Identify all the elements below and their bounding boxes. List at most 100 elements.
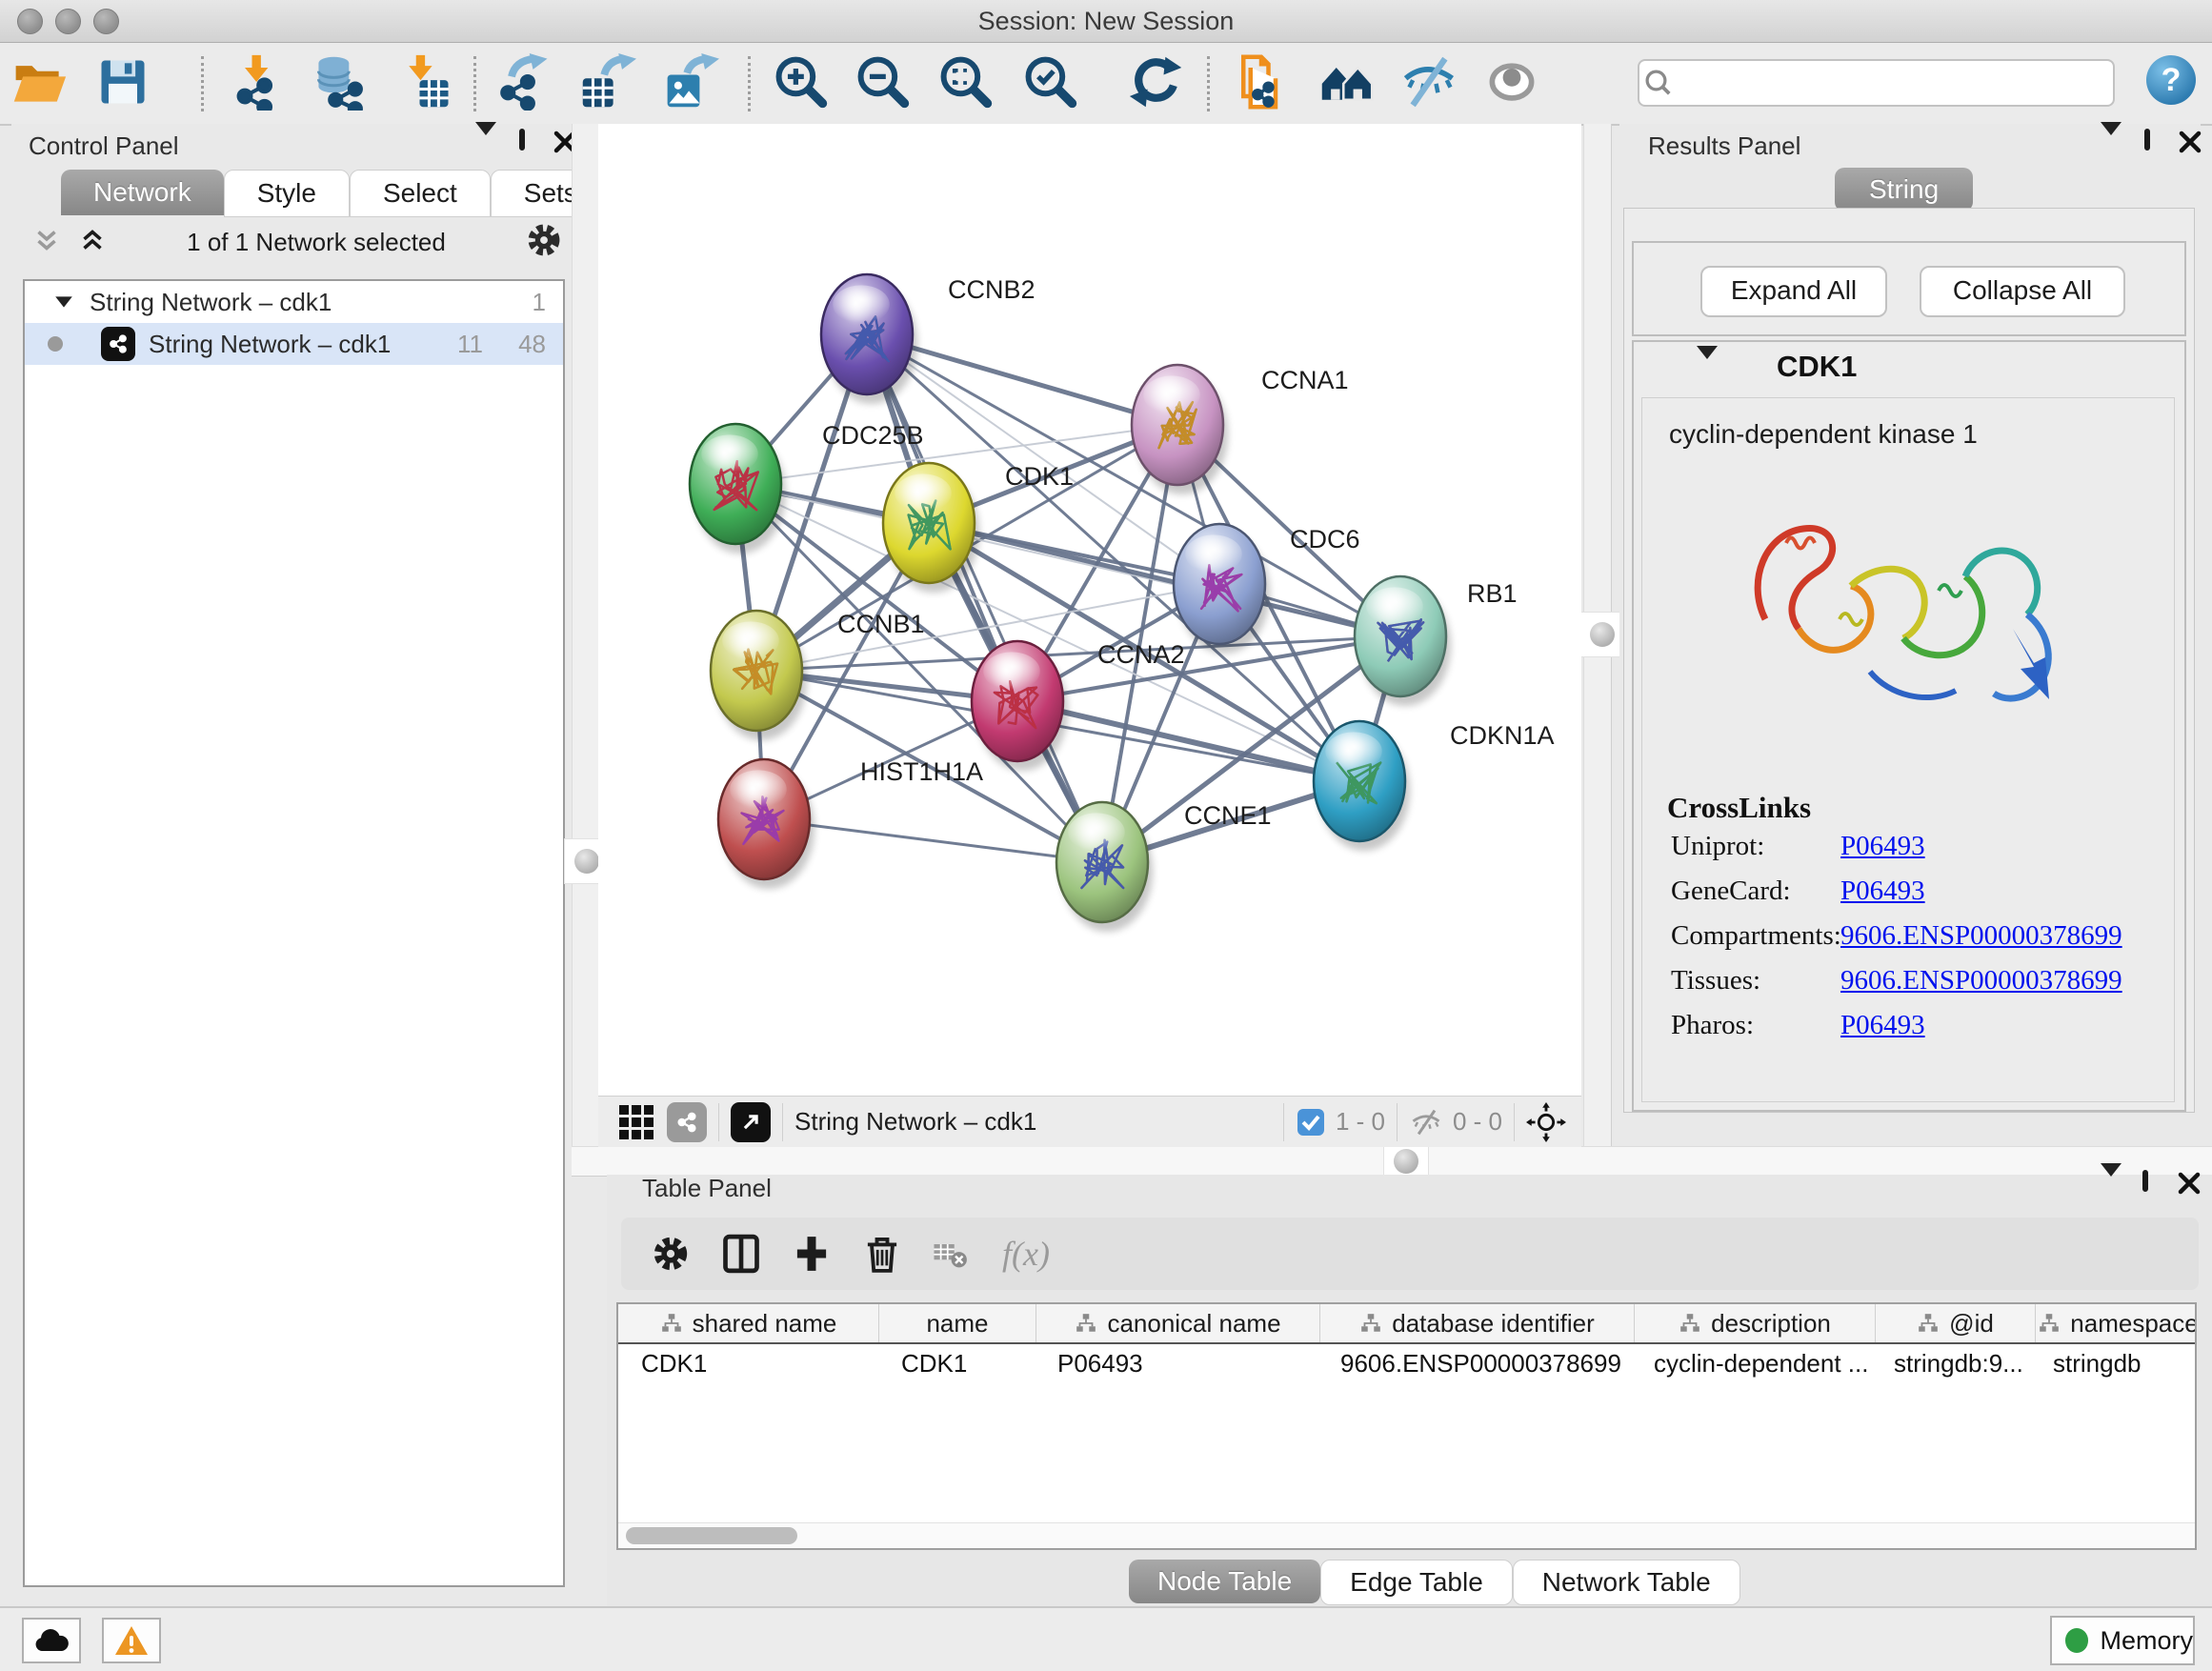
toolbar-separator (1207, 56, 1210, 111)
share-document-icon[interactable] (1232, 52, 1291, 111)
node-count: 11 (457, 330, 483, 359)
collapse-all-button[interactable]: Collapse All (1920, 266, 2125, 317)
string-home-icon[interactable] (1317, 52, 1377, 111)
import-table-icon[interactable] (397, 52, 456, 111)
network-options-gear-icon[interactable] (524, 220, 564, 265)
crosslink-pharos-link[interactable]: P06493 (1840, 1010, 1925, 1041)
table-tabs: Node Table Edge Table Network Table (1129, 1560, 1740, 1603)
tab-string[interactable]: String (1835, 168, 1973, 211)
tab-select[interactable]: Select (350, 170, 491, 217)
panel-float-icon[interactable] (2144, 131, 2150, 149)
create-column-icon[interactable] (791, 1233, 833, 1275)
panel-close-icon[interactable] (2178, 130, 2202, 159)
open-session-icon[interactable] (10, 52, 69, 111)
entry-expander-icon[interactable] (1697, 359, 1718, 376)
crosslink-genecard-link[interactable]: P06493 (1840, 876, 1925, 907)
hidden-eye-icon[interactable] (1409, 1105, 1443, 1139)
function-builder-icon[interactable]: f(x) (1002, 1234, 1050, 1274)
string-network-icon (101, 327, 135, 361)
current-network-name: String Network – cdk1 (794, 1107, 1036, 1137)
node-table[interactable]: shared name name canonical name database… (616, 1302, 2197, 1550)
crosslink-row: Compartments: 9606.ENSP00000378699 (1642, 920, 2174, 965)
column-header[interactable]: description (1635, 1304, 1876, 1342)
import-network-database-icon[interactable] (310, 52, 369, 111)
tab-edge-table[interactable]: Edge Table (1320, 1560, 1513, 1605)
crosslink-uniprot-link[interactable]: P06493 (1840, 831, 1925, 862)
zoom-fit-icon[interactable] (936, 52, 995, 111)
tab-node-table[interactable]: Node Table (1129, 1560, 1320, 1603)
title-bar: Session: New Session (0, 0, 2212, 43)
network-tree: String Network – cdk1 1 String Network –… (23, 279, 565, 1587)
crosslink-row: Pharos: P06493 (1642, 1010, 2174, 1055)
panel-float-icon[interactable] (519, 131, 525, 149)
show-hidden-icon[interactable] (1482, 52, 1541, 111)
zoom-in-icon[interactable] (772, 52, 831, 111)
search-field[interactable] (1638, 59, 2115, 107)
column-header[interactable]: database identifier (1320, 1304, 1635, 1342)
column-header[interactable]: @id (1876, 1304, 2036, 1342)
control-panel: Control Panel Network Style Select Sets … (11, 124, 572, 1587)
help-icon[interactable]: ? (2146, 55, 2196, 105)
horizontal-splitter[interactable] (572, 1146, 2212, 1177)
column-header[interactable]: name (879, 1304, 1036, 1342)
zoom-out-icon[interactable] (854, 52, 913, 111)
selected-checkbox-icon[interactable] (1296, 1107, 1326, 1137)
crosslink-tissues-link[interactable]: 9606.ENSP00000378699 (1840, 965, 2122, 997)
left-splitter[interactable] (572, 124, 600, 1146)
import-network-file-icon[interactable] (230, 52, 289, 111)
crosslink-compartments-link[interactable]: 9606.ENSP00000378699 (1840, 920, 2122, 952)
network-canvas[interactable]: CCNB2CCNA1CDC25BCDK1CDC6RB1CCNB1CCNA2CDK… (598, 124, 1581, 1096)
edge-count: 48 (518, 330, 546, 359)
network-row-selected[interactable]: String Network – cdk1 11 48 (25, 323, 563, 365)
cloud-button[interactable] (22, 1618, 81, 1663)
table-row[interactable]: CDK1 CDK1 P06493 9606.ENSP00000378699 cy… (618, 1344, 2195, 1382)
export-table-icon[interactable] (578, 52, 637, 111)
table-horizontal-scrollbar[interactable] (618, 1522, 2195, 1548)
birds-eye-view-icon[interactable] (619, 1105, 654, 1139)
entry-detail: cyclin-dependent kinase 1 (1641, 397, 2175, 1102)
svg-text:CCNA2: CCNA2 (1097, 640, 1185, 669)
table-settings-gear-icon[interactable] (650, 1233, 692, 1275)
string-style-icon[interactable] (667, 1102, 707, 1142)
tab-network-table[interactable]: Network Table (1513, 1560, 1740, 1605)
hide-selected-icon[interactable] (1399, 52, 1458, 111)
save-session-icon[interactable] (93, 52, 152, 111)
panel-menu-icon[interactable] (2101, 1177, 2122, 1194)
column-header[interactable]: canonical name (1036, 1304, 1320, 1342)
fit-selected-crosshair-icon[interactable] (1526, 1102, 1566, 1142)
network-collection-row[interactable]: String Network – cdk1 1 (25, 281, 563, 323)
collapse-all-icon[interactable] (30, 224, 63, 261)
panel-float-icon[interactable] (2142, 1173, 2148, 1190)
tab-style[interactable]: Style (224, 170, 350, 217)
search-input[interactable] (1685, 68, 2113, 99)
table-panel-title: Table Panel (642, 1174, 772, 1203)
right-splitter-handle[interactable] (1579, 612, 1625, 657)
expander-icon[interactable] (53, 295, 74, 309)
svg-text:CDK1: CDK1 (1005, 462, 1074, 491)
svg-text:RB1: RB1 (1467, 579, 1518, 608)
scrollbar-thumb[interactable] (626, 1527, 797, 1544)
memory-button[interactable]: Memory (2050, 1616, 2195, 1665)
delete-column-icon[interactable] (861, 1233, 903, 1275)
crosslink-row: Uniprot: P06493 (1642, 831, 2174, 876)
right-splitter[interactable] (1583, 124, 1612, 1146)
warnings-button[interactable] (102, 1618, 161, 1663)
clear-table-icon[interactable] (932, 1235, 970, 1273)
column-header[interactable]: namespace (2036, 1304, 2197, 1342)
panel-menu-icon[interactable] (2101, 135, 2122, 152)
column-header[interactable]: shared name (618, 1304, 879, 1342)
string-network-graph[interactable]: CCNB2CCNA1CDC25BCDK1CDC6RB1CCNB1CCNA2CDK… (598, 124, 1581, 1096)
crosslink-label: Uniprot: (1671, 831, 1764, 862)
apply-layout-icon[interactable] (1127, 52, 1186, 111)
tab-network[interactable]: Network (61, 170, 224, 215)
expand-all-button[interactable]: Expand All (1700, 266, 1887, 317)
panel-menu-icon[interactable] (475, 135, 496, 152)
table-header-row: shared name name canonical name database… (618, 1304, 2195, 1344)
export-image-icon[interactable] (661, 52, 720, 111)
expand-all-icon[interactable] (76, 224, 109, 261)
export-network-icon[interactable] (496, 52, 555, 111)
open-in-window-icon[interactable] (731, 1102, 771, 1142)
zoom-selected-icon[interactable] (1021, 52, 1080, 111)
show-columns-icon[interactable] (720, 1233, 762, 1275)
panel-close-icon[interactable] (2177, 1171, 2202, 1200)
